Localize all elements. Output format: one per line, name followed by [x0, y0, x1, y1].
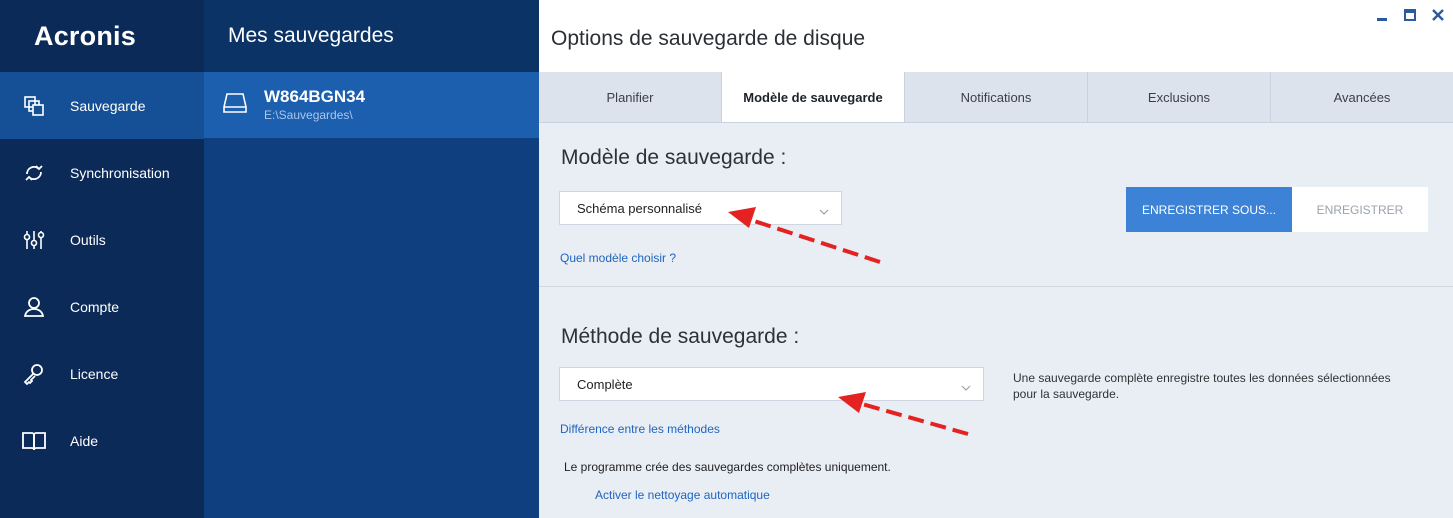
- scheme-select[interactable]: Schéma personnalisé: [559, 191, 842, 225]
- nav-item-licence[interactable]: Licence: [0, 340, 204, 407]
- method-title: Méthode de sauvegarde :: [561, 325, 800, 348]
- nav-item-label: Sauvegarde: [70, 97, 146, 114]
- method-help-link[interactable]: Différence entre les méthodes: [560, 422, 720, 436]
- backup-path: E:\Sauvegardes\: [264, 108, 353, 122]
- nav-item-synchronisation[interactable]: Synchronisation: [0, 139, 204, 206]
- backup-item[interactable]: W864BGN34 E:\Sauvegardes\: [204, 72, 539, 138]
- nav-item-compte[interactable]: Compte: [0, 273, 204, 340]
- save-as-button[interactable]: ENREGISTRER SOUS...: [1126, 187, 1292, 232]
- save-button[interactable]: ENREGISTRER: [1292, 187, 1428, 232]
- backups-header: Mes sauvegardes: [204, 0, 539, 72]
- tab-exclusions[interactable]: Exclusions: [1088, 72, 1271, 122]
- cleanup-link[interactable]: Activer le nettoyage automatique: [595, 488, 770, 502]
- nav-item-label: Outils: [70, 231, 106, 248]
- nav-item-label: Compte: [70, 298, 120, 315]
- scheme-select-value: Schéma personnalisé: [577, 200, 703, 216]
- nav-item-aide[interactable]: Aide: [0, 407, 204, 474]
- section-divider: [539, 286, 1453, 287]
- acronis-logo: Acronis: [0, 0, 204, 72]
- tab-planifier[interactable]: Planifier: [539, 72, 722, 122]
- tools-icon: [20, 226, 48, 254]
- key-icon: [20, 360, 48, 388]
- tab-notifications[interactable]: Notifications: [905, 72, 1088, 122]
- page-title: Options de sauvegarde de disque: [551, 27, 866, 50]
- tab-modele-de-sauvegarde[interactable]: Modèle de sauvegarde: [722, 72, 905, 122]
- chevron-down-icon: [819, 204, 829, 219]
- method-select[interactable]: Complète: [559, 367, 984, 401]
- drive-icon: [223, 92, 247, 119]
- options-panel: Options de sauvegarde de disque Planifie…: [539, 0, 1453, 518]
- tab-avancees[interactable]: Avancées: [1271, 72, 1453, 122]
- nav-item-label: Synchronisation: [70, 164, 170, 181]
- maximize-icon[interactable]: [1403, 4, 1417, 26]
- backups-panel: Mes sauvegardes W864BGN34 E:\Sauvegardes…: [204, 0, 539, 518]
- close-icon[interactable]: [1431, 4, 1445, 26]
- options-header: Options de sauvegarde de disque: [539, 0, 1453, 72]
- window-controls: [1375, 4, 1445, 26]
- sync-icon: [20, 159, 48, 187]
- account-icon: [20, 293, 48, 321]
- nav-item-label: Aide: [70, 432, 99, 449]
- nav-item-outils[interactable]: Outils: [0, 206, 204, 273]
- main-navigation: Acronis Sauvegarde Synchronisation Outil…: [0, 0, 204, 518]
- book-icon: [20, 427, 48, 455]
- method-note: Le programme crée des sauvegardes complè…: [564, 460, 891, 474]
- chevron-down-icon: [961, 380, 971, 395]
- backup-name: W864BGN34: [264, 87, 366, 106]
- options-tabs: Planifier Modèle de sauvegarde Notificat…: [539, 72, 1453, 123]
- nav-item-sauvegarde[interactable]: Sauvegarde: [0, 72, 204, 139]
- method-select-value: Complète: [577, 376, 633, 392]
- scheme-help-link[interactable]: Quel modèle choisir ?: [560, 251, 676, 265]
- scheme-title: Modèle de sauvegarde :: [561, 146, 787, 169]
- backup-icon: [20, 92, 48, 120]
- minimize-icon[interactable]: [1375, 4, 1389, 26]
- method-description: Une sauvegarde complète enregistre toute…: [1013, 371, 1391, 401]
- nav-item-label: Licence: [70, 365, 119, 382]
